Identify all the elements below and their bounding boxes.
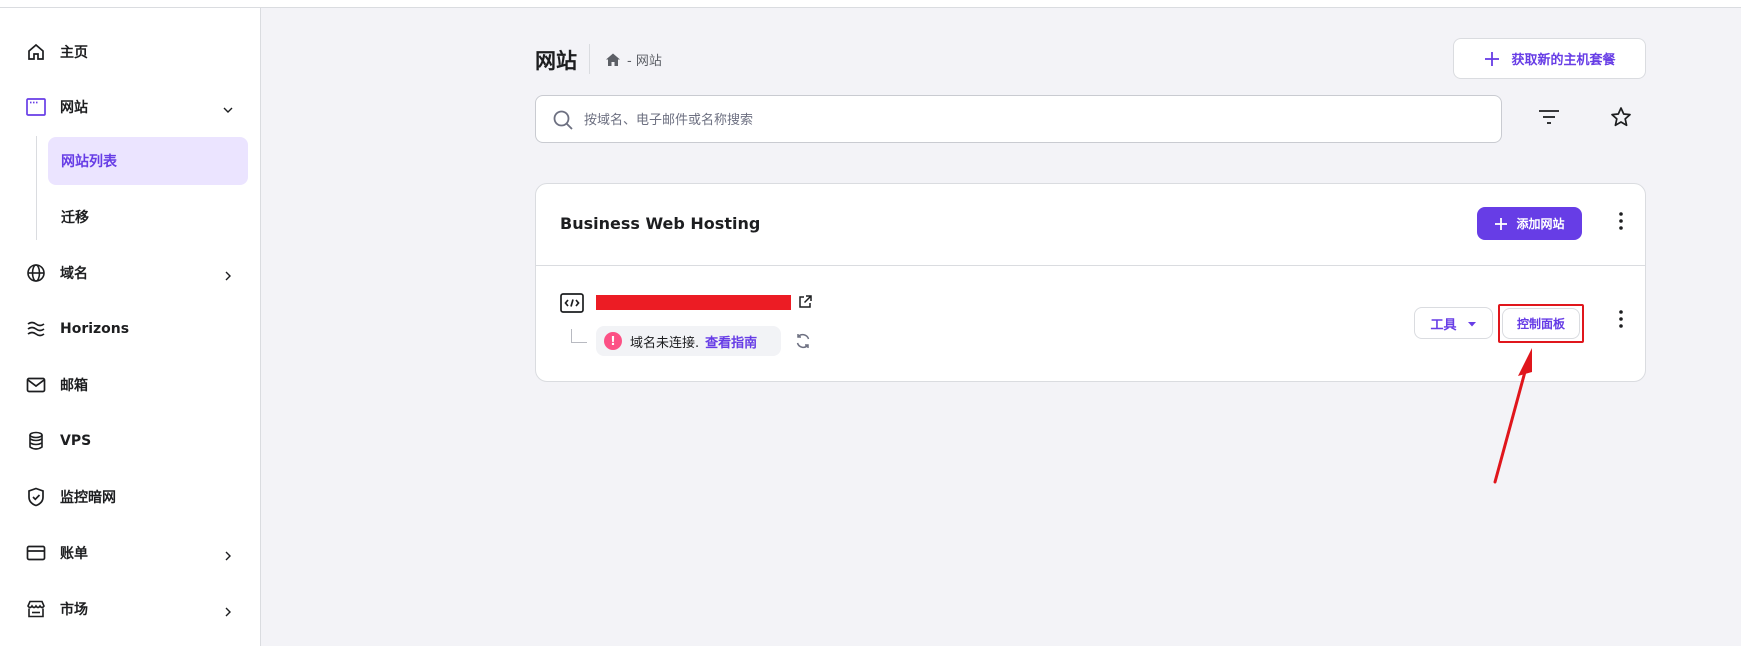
sidebar-item-billing[interactable]: 账单 — [0, 531, 261, 575]
sidebar-item-domains[interactable]: 域名 — [0, 251, 261, 295]
add-website-label: 添加网站 — [1516, 217, 1565, 231]
shield-icon — [26, 487, 46, 507]
site-more-button[interactable] — [1609, 309, 1633, 333]
chevron-right-icon — [222, 547, 234, 561]
refresh-icon[interactable] — [794, 332, 812, 350]
sidebar-item-label: 邮箱 — [60, 378, 88, 394]
chevron-right-icon — [222, 603, 234, 617]
globe-icon — [26, 263, 46, 283]
top-bar — [0, 0, 1741, 8]
sidebar-item-label: 主页 — [60, 45, 88, 61]
title-divider — [589, 44, 590, 74]
domain-status-pill: ! 域名未连接. 查看指南 — [596, 326, 781, 356]
control-panel-button[interactable]: 控制面板 — [1502, 308, 1580, 339]
sidebar-item-label: 账单 — [60, 546, 88, 562]
sidebar-subitem-website-list[interactable]: 网站列表 — [48, 137, 248, 185]
browser-window-icon — [26, 97, 46, 117]
more-vertical-icon — [1619, 212, 1623, 234]
sidebar-item-horizons[interactable]: Horizons — [0, 307, 261, 351]
sidebar-item-label: 域名 — [60, 266, 88, 282]
get-new-hosting-button[interactable]: 获取新的主机套餐 — [1453, 38, 1646, 79]
page-title: 网站 — [535, 49, 577, 73]
sidebar-item-vps[interactable]: VPS — [0, 419, 261, 463]
sidebar-subitem-migration[interactable]: 迁移 — [48, 193, 248, 241]
sidebar-item-home[interactable]: 主页 — [0, 30, 261, 74]
tree-connector — [571, 329, 587, 343]
chevron-right-icon — [222, 267, 234, 281]
warning-icon: ! — [604, 332, 622, 350]
get-new-hosting-label: 获取新的主机套餐 — [1511, 53, 1616, 68]
sidebar-item-label: 网站 — [60, 100, 88, 116]
filter-button[interactable] — [1529, 99, 1569, 139]
plan-more-button[interactable] — [1609, 211, 1633, 235]
domain-status-text: 域名未连接. — [630, 335, 700, 351]
home-icon — [26, 42, 46, 62]
star-icon — [1610, 106, 1632, 132]
plus-icon — [1483, 50, 1501, 68]
external-link-icon[interactable] — [797, 294, 813, 310]
card-icon — [26, 543, 46, 563]
submenu-line — [36, 136, 37, 240]
sidebar-item-label: VPS — [60, 433, 92, 449]
sidebar: 主页 网站 网站列表 迁移 域名 Horizons 邮箱 VPS 监控暗网 账单… — [0, 8, 261, 646]
search-icon — [552, 109, 574, 131]
search-input[interactable] — [584, 108, 1484, 132]
more-vertical-icon — [1619, 310, 1623, 332]
sidebar-item-label: Horizons — [60, 321, 130, 337]
mail-icon — [26, 375, 46, 395]
tools-label: 工具 — [1430, 317, 1457, 333]
plan-title: Business Web Hosting — [560, 214, 761, 233]
card-divider — [536, 265, 1645, 266]
sidebar-item-email[interactable]: 邮箱 — [0, 363, 261, 407]
favorites-button[interactable] — [1601, 99, 1641, 139]
breadcrumb-text: - 网站 — [627, 54, 662, 69]
add-website-button[interactable]: 添加网站 — [1477, 207, 1582, 240]
filter-icon — [1537, 107, 1561, 131]
control-panel-label: 控制面板 — [1516, 317, 1565, 331]
waves-icon — [26, 319, 46, 339]
breadcrumb: - 网站 — [605, 50, 662, 69]
sidebar-item-websites[interactable]: 网站 — [0, 85, 261, 129]
hosting-plan-card: Business Web Hosting 添加网站 ! 域名未连接. 查看指南 … — [535, 183, 1646, 382]
sidebar-item-label: 监控暗网 — [60, 490, 116, 506]
sidebar-item-label: 市场 — [60, 602, 88, 618]
chevron-down-icon — [222, 101, 234, 113]
sidebar-item-dark-web-monitor[interactable]: 监控暗网 — [0, 475, 261, 519]
home-icon[interactable] — [605, 52, 621, 68]
caret-down-icon — [1467, 318, 1477, 328]
database-icon — [26, 431, 46, 451]
sidebar-item-marketplace[interactable]: 市场 — [0, 587, 261, 631]
view-guide-link[interactable]: 查看指南 — [705, 332, 757, 351]
tools-dropdown[interactable]: 工具 — [1414, 307, 1493, 339]
code-window-icon — [560, 292, 584, 314]
store-icon — [26, 599, 46, 619]
plus-icon — [1494, 217, 1508, 231]
website-domain-redacted[interactable] — [596, 295, 791, 310]
search-bar — [535, 95, 1502, 143]
